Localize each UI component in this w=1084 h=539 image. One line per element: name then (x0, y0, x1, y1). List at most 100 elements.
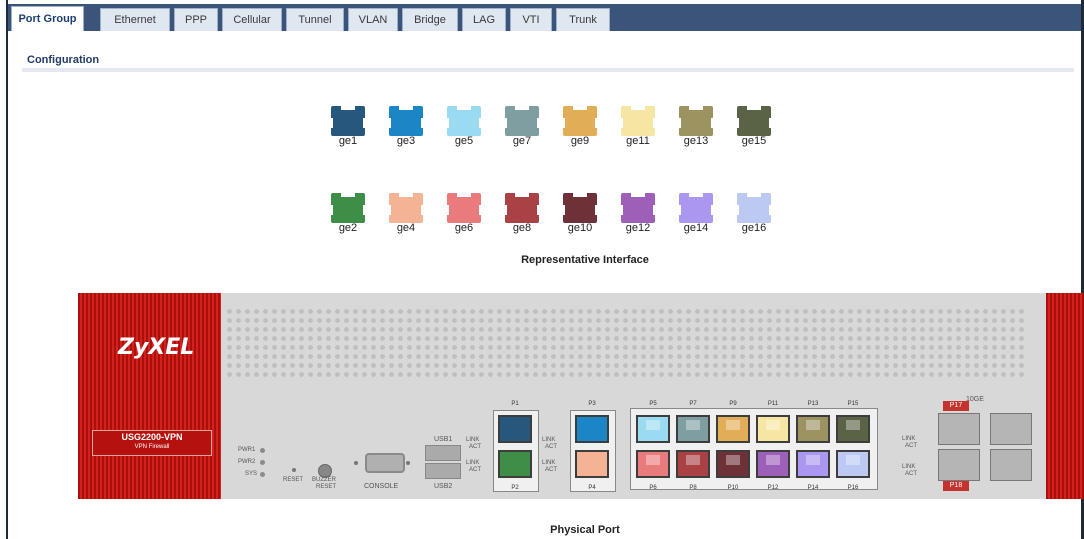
pwr1-label: PWR1 (238, 447, 256, 453)
physical-port-label: P16 (847, 485, 859, 491)
rep-interface-label: ge2 (338, 222, 358, 234)
usb2-port[interactable] (425, 463, 461, 479)
physical-port-p3[interactable] (575, 415, 609, 443)
sfp-p18-tag: P18 (943, 481, 969, 491)
buzzer-reset-label: RESET (316, 484, 337, 490)
physical-port-label: P15 (847, 401, 859, 407)
physical-port-p7[interactable] (676, 415, 710, 443)
ethernet-port-icon (562, 106, 598, 136)
buzzer-reset-button[interactable] (318, 464, 332, 478)
ethernet-port-icon (504, 106, 540, 136)
physical-port-p5[interactable] (636, 415, 670, 443)
physical-port-label: P4 (588, 485, 596, 491)
ethernet-port-icon (620, 106, 656, 136)
rep-interface-label: ge9 (570, 135, 590, 147)
rep-interface-label: ge15 (741, 135, 767, 147)
tab-port-group[interactable]: Port Group (11, 6, 84, 31)
sfp-port-p18[interactable] (938, 449, 980, 481)
tab-ethernet[interactable]: Ethernet (100, 8, 170, 31)
rep-interface-label: ge4 (396, 222, 416, 234)
ethernet-port-icon (736, 193, 772, 223)
buzzer-label: BUZZER (312, 477, 336, 483)
tab-trunk[interactable]: Trunk (556, 8, 610, 31)
physical-port-label: P8 (689, 485, 697, 491)
physical-port-p8[interactable] (676, 450, 710, 478)
physical-port-p1[interactable] (498, 415, 532, 443)
ethernet-port-icon (446, 193, 482, 223)
sfp-port-p17[interactable] (938, 413, 980, 445)
physical-port-p6[interactable] (636, 450, 670, 478)
physical-port-p13[interactable] (796, 415, 830, 443)
rep-interface-label: ge11 (626, 135, 650, 147)
tab-tunnel[interactable]: Tunnel (286, 8, 344, 31)
act-label-2: ACT (469, 467, 481, 473)
ethernet-port-icon (562, 193, 598, 223)
console-screw-right (406, 461, 410, 465)
rep-interface-label: ge6 (454, 222, 474, 234)
act-label-6: ACT (905, 471, 917, 477)
physical-port-p11[interactable] (756, 415, 790, 443)
usb1-label: USB1 (434, 436, 453, 443)
physical-port-p12[interactable] (756, 450, 790, 478)
usb2-label: USB2 (434, 483, 453, 490)
tab-vti[interactable]: VTI (510, 8, 552, 31)
console-port[interactable] (365, 453, 405, 473)
sys-label: SYS (245, 471, 258, 477)
physical-port-label: P1 (511, 401, 519, 407)
act-label-1: ACT (469, 444, 481, 450)
rep-interface-label: ge3 (396, 135, 416, 147)
tab-vlan[interactable]: VLAN (348, 8, 398, 31)
rep-interface-label: ge16 (741, 222, 767, 234)
sfp-port-p18b[interactable] (990, 449, 1032, 481)
console-screw-left (354, 461, 358, 465)
rep-interface-label: ge12 (625, 222, 651, 234)
physical-port-p2[interactable] (498, 450, 532, 478)
tab-bridge[interactable]: Bridge (402, 8, 458, 31)
link-label-2: LINK (466, 460, 480, 466)
physical-port-p15[interactable] (836, 415, 870, 443)
configuration-title: Configuration (27, 54, 100, 66)
act-label-3: ACT (545, 444, 557, 450)
ethernet-port-icon (678, 193, 714, 223)
representative-interface-label: Representative Interface (521, 254, 649, 266)
model-subtitle: VPN Firewall (134, 444, 170, 450)
rep-interface-label: ge1 (338, 135, 358, 147)
physical-port-label: P5 (649, 401, 657, 407)
pwr1-led (260, 448, 265, 453)
physical-port-p16[interactable] (836, 450, 870, 478)
reset-label: RESET (283, 477, 304, 483)
act-label-5: ACT (905, 443, 917, 449)
physical-port-p14[interactable] (796, 450, 830, 478)
physical-port-label: P11 (767, 401, 779, 407)
model-name: USG2200-VPN (121, 432, 183, 442)
physical-port-p9[interactable] (716, 415, 750, 443)
act-label-4: ACT (545, 467, 557, 473)
ethernet-port-icon (446, 106, 482, 136)
model-badge: USG2200-VPN VPN Firewall (92, 430, 212, 456)
link-label-3: LINK (542, 437, 556, 443)
rep-interface-label: ge14 (683, 222, 709, 234)
rep-interface-label: ge5 (454, 135, 474, 147)
physical-port-label: P9 (729, 401, 737, 407)
sfp-p17-tag: P17 (943, 401, 969, 411)
physical-port-p10[interactable] (716, 450, 750, 478)
sfp-port-p17b[interactable] (990, 413, 1032, 445)
link-label-5: LINK (902, 436, 916, 442)
device-right-bezel (1046, 293, 1084, 499)
reset-button[interactable] (292, 468, 296, 472)
usb1-port[interactable] (425, 445, 461, 461)
ethernet-port-icon (388, 106, 424, 136)
physical-port-label: P7 (689, 401, 697, 407)
zyxel-logo: ZyXEL (118, 335, 195, 360)
left-frame-border (6, 0, 8, 539)
physical-port-label: P6 (649, 485, 657, 491)
tab-cellular[interactable]: Cellular (222, 8, 282, 31)
physical-port-p4[interactable] (575, 450, 609, 478)
ethernet-port-icon (736, 106, 772, 136)
tab-lag[interactable]: LAG (462, 8, 506, 31)
pwr2-led (260, 460, 265, 465)
ethernet-port-icon (330, 106, 366, 136)
ethernet-port-icon (330, 193, 366, 223)
tab-ppp[interactable]: PPP (174, 8, 218, 31)
physical-port-label: P13 (807, 401, 819, 407)
